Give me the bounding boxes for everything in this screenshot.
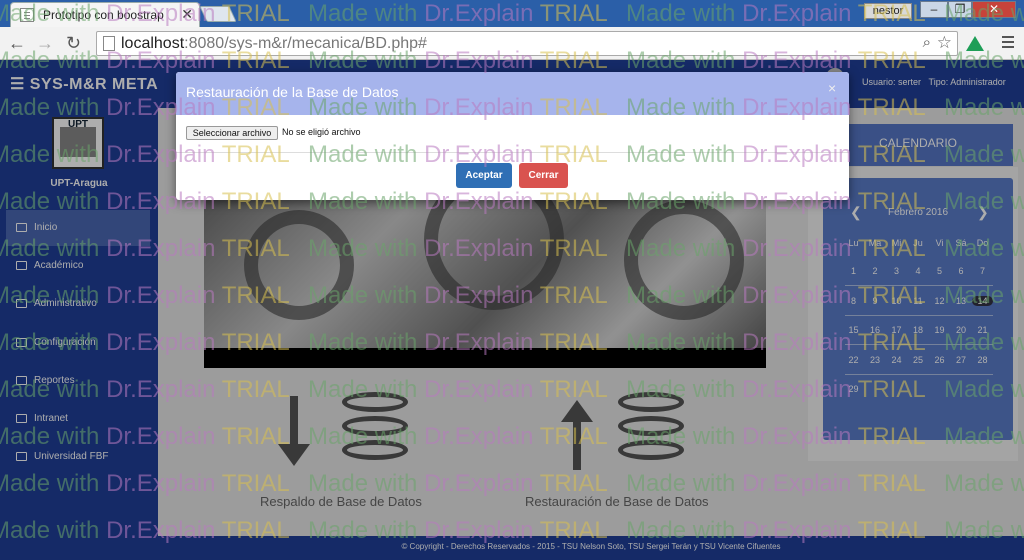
back-arrow-icon[interactable]: ← [8,33,26,54]
browser-menu-icon[interactable] [1002,34,1014,50]
address-bar[interactable]: localhost:8080/sys-m&r/mecanica/BD.php# … [96,31,958,56]
modal-title: Restauración de la Base de Datos [186,84,399,100]
url-host: localhost [121,35,185,52]
modal-divider [176,152,849,153]
file-status: No se eligió archivo [282,127,361,137]
url-text[interactable]: localhost:8080/sys-m&r/mecanica/BD.php# [121,35,427,53]
url-path: :8080/sys-m&r/mecanica/BD.php# [184,35,427,52]
modal-close-icon[interactable]: × [828,80,836,96]
maximize-button[interactable]: ❐ [948,1,972,18]
profile-button[interactable]: nestor [864,3,912,19]
file-select-button[interactable]: Seleccionar archivo [186,126,278,140]
forward-arrow-icon[interactable]: → [36,33,54,54]
reload-icon[interactable]: ↻ [66,33,81,54]
page-icon [103,36,115,51]
page-icon [20,8,34,22]
google-drive-icon[interactable] [966,36,984,51]
tab-close-icon[interactable]: ✕ [181,6,193,23]
minimize-button[interactable]: – [920,1,948,18]
bookmark-star-icon[interactable]: ☆ [937,33,952,53]
zoom-icon[interactable]: ⌕ [923,34,931,51]
accept-button[interactable]: Aceptar [456,163,512,188]
cancel-button[interactable]: Cerrar [519,163,568,188]
tab-title: Prototipo con boostrap [43,8,164,22]
window-close-button[interactable]: ✕ [972,1,1016,18]
browser-tab[interactable]: Prototipo con boostrap ✕ [10,2,200,27]
